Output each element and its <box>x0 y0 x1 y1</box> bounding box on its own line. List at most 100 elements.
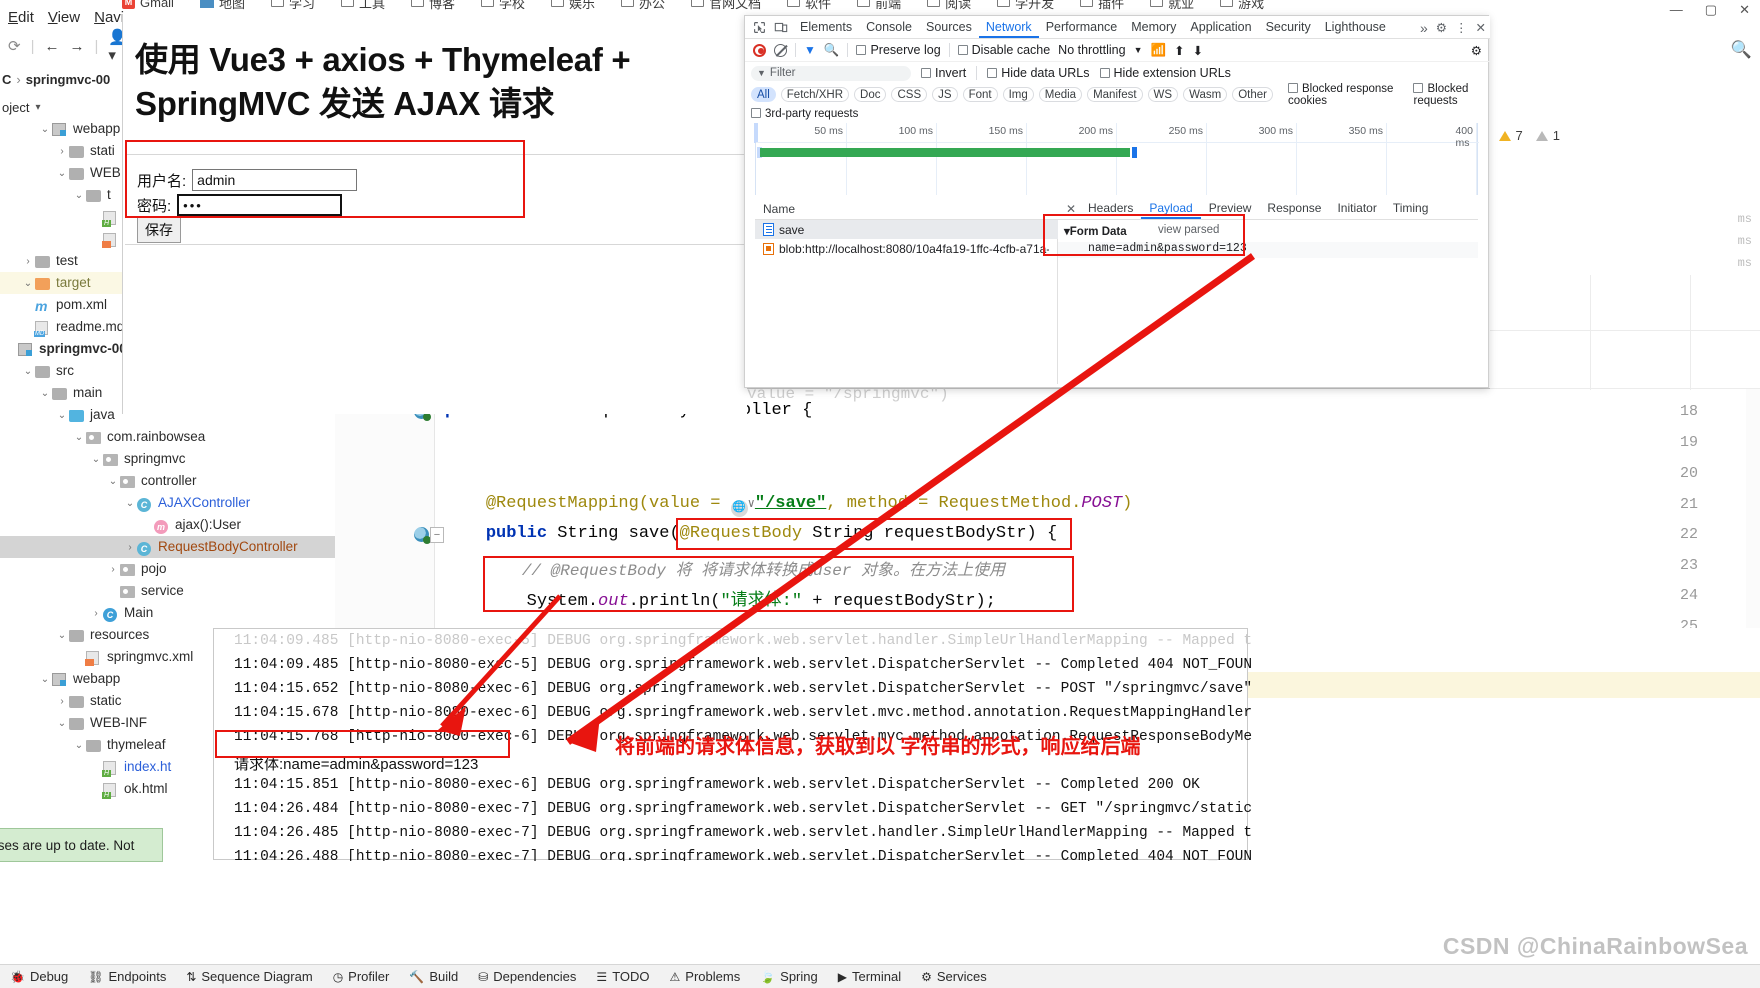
bookmark-item[interactable]: 学开发 <box>997 0 1054 12</box>
ide-menubar[interactable]: Edit View Navi <box>0 4 140 30</box>
request-detail-panel[interactable]: ✕ Headers Payload Preview Response Initiator… <box>1058 198 1478 384</box>
forward-arrow-icon[interactable]: → <box>69 38 84 55</box>
bookmark-item[interactable]: 工具 <box>340 0 385 12</box>
devtools-overflow-icon[interactable]: » <box>1420 20 1428 36</box>
chevron-right-icon[interactable]: › <box>123 542 137 553</box>
tree-node[interactable]: service <box>0 580 340 602</box>
resource-chip-font[interactable]: Font <box>962 87 998 102</box>
inspection-warnings[interactable]: 7 1 <box>1498 128 1560 143</box>
chevron-down-icon[interactable]: ⌄ <box>38 124 52 135</box>
request-list-header[interactable]: Name <box>755 198 1058 220</box>
tree-node[interactable]: m ajax():User <box>0 514 340 536</box>
maximize-icon[interactable]: ▢ <box>1705 2 1717 18</box>
toolwindow-todo[interactable]: ☰ TODO <box>596 969 649 984</box>
throttling-select[interactable]: No throttling <box>1058 43 1125 57</box>
username-input[interactable] <box>192 169 358 191</box>
bookmark-item[interactable]: 前端 <box>857 0 901 12</box>
breadcrumb[interactable]: C › springmvc-00 <box>0 68 125 90</box>
devtools-tab-application[interactable]: Application <box>1183 16 1258 38</box>
resource-chip-manifest[interactable]: Manifest <box>1087 87 1143 102</box>
chevron-down-icon[interactable]: ⌄ <box>38 388 52 399</box>
chevron-down-icon[interactable]: ⌄ <box>72 432 86 443</box>
chevron-down-icon[interactable]: ⌄ <box>72 740 86 751</box>
import-har-icon[interactable]: ⬆ <box>1174 43 1184 58</box>
tree-node[interactable]: › C Main <box>0 602 340 624</box>
ide-bottom-toolbar[interactable]: 🐞 Debug ⛓ Endpoints ⇅ Sequence Diagram ◷ Profil… <box>0 964 1760 988</box>
devtools-tab-elements[interactable]: Elements <box>793 16 859 38</box>
spring-mapping-gutter-icon[interactable] <box>414 527 431 544</box>
chevron-down-icon[interactable]: ⌄ <box>89 454 103 465</box>
devtools-tab-security[interactable]: Security <box>1259 16 1318 38</box>
project-tool-window-label[interactable]: oject ▾ <box>0 96 125 118</box>
request-row-blob[interactable]: blob:http://localhost:8080/10a4fa19-1ffc… <box>755 239 1058 258</box>
chevron-down-icon[interactable]: ⌄ <box>72 190 86 201</box>
tree-node[interactable]: › C RequestBodyController <box>0 536 340 558</box>
blocked-requests-checkbox[interactable]: Blocked requests <box>1413 82 1490 107</box>
chevron-down-icon[interactable]: ⌄ <box>21 278 35 289</box>
detail-tab-payload[interactable]: Payload <box>1141 198 1201 219</box>
view-parsed-link[interactable]: view parsed <box>1158 224 1219 236</box>
search-icon[interactable]: 🔍 <box>824 43 840 58</box>
devtools-tab-console[interactable]: Console <box>859 16 919 38</box>
preserve-log-checkbox[interactable]: Preserve log <box>856 43 941 57</box>
request-row-save[interactable]: save <box>755 220 1058 239</box>
back-arrow-icon[interactable]: ← <box>44 38 59 55</box>
code-editor[interactable]: 18 19 20 21 22 − 23 24 25 @RequestMappin… <box>335 385 1760 639</box>
devtools-tab-network[interactable]: Network <box>978 16 1039 38</box>
bookmark-item[interactable]: M Gmail <box>122 0 174 10</box>
hide-data-urls-checkbox[interactable]: Hide data URLs <box>987 66 1090 80</box>
password-input[interactable] <box>177 194 343 216</box>
web-globe-icon[interactable]: 🌐 <box>730 500 748 517</box>
resource-chip-other[interactable]: Other <box>1232 87 1273 102</box>
bookmark-item[interactable]: 插件 <box>1080 0 1124 12</box>
toolwindow-sequence-diagram[interactable]: ⇅ Sequence Diagram <box>186 969 312 984</box>
toolwindow-problems[interactable]: ⚠ Problems <box>670 969 741 984</box>
more-vertical-icon[interactable]: ⋮ <box>1455 20 1468 35</box>
blocked-response-cookies-checkbox[interactable]: Blocked response cookies <box>1288 82 1398 107</box>
editor-gutter[interactable] <box>335 389 435 639</box>
bookmark-item[interactable]: 官网文档 <box>691 0 761 12</box>
chevron-down-icon[interactable]: ▾ <box>35 102 40 113</box>
device-toolbar-icon[interactable] <box>771 18 791 36</box>
chevron-down-icon[interactable]: ⌄ <box>55 410 69 421</box>
chevron-down-icon[interactable]: ▼ <box>1134 45 1143 55</box>
toolwindow-build[interactable]: 🔨 Build <box>409 969 458 984</box>
resource-chip-img[interactable]: Img <box>1002 87 1034 102</box>
devtools-tabbar[interactable]: Elements Console Sources Network Performance… <box>745 16 1490 39</box>
chevron-down-icon[interactable]: ⌄ <box>38 674 52 685</box>
browser-bookmark-bar[interactable]: M Gmail 地图 学习 工具 博客 学校 娱乐 办公 官网文档 软件 前端 阅读 学开发 插件 就业 游戏 <box>122 0 1760 14</box>
resource-chip-ws[interactable]: WS <box>1147 87 1179 102</box>
filter-row[interactable]: ▼ Filter Invert Hide data URLs Hide exte… <box>745 62 1490 84</box>
breadcrumb-root[interactable]: C <box>2 72 11 87</box>
hide-extension-urls-checkbox[interactable]: Hide extension URLs <box>1099 66 1231 80</box>
close-window-icon[interactable]: ✕ <box>1739 2 1750 18</box>
detail-close-icon[interactable]: ✕ <box>1062 202 1080 216</box>
payload-panel[interactable]: ▾Form Data view parsed name=admin&passwo… <box>1058 220 1478 380</box>
devtools-window[interactable]: Elements Console Sources Network Performance… <box>744 15 1490 388</box>
save-button[interactable]: 保存 <box>137 217 181 243</box>
ide-toolbar[interactable]: ⟳ | ← → | 👤▾ <box>0 29 127 64</box>
bookmark-item[interactable]: 娱乐 <box>551 0 595 12</box>
toolwindow-profiler[interactable]: ◷ Profiler <box>333 969 390 984</box>
window-controls[interactable]: — ▢ ✕ <box>1670 2 1750 18</box>
network-toolbar[interactable]: ▼ 🔍 Preserve log Disable cache No thrott… <box>745 39 1490 62</box>
breadcrumb-project[interactable]: springmvc-00 <box>26 72 111 87</box>
detail-tab-initiator[interactable]: Initiator <box>1329 198 1384 219</box>
form-data-section-title[interactable]: ▾Form Data <box>1064 224 1127 238</box>
editor-code[interactable]: @RequestMapping(value = "/springmvc") pu… <box>445 385 1755 639</box>
bookmark-item[interactable]: 学习 <box>270 0 315 12</box>
browser-search-icon[interactable]: 🔍 <box>1731 40 1752 60</box>
detail-tab-preview[interactable]: Preview <box>1201 198 1260 219</box>
code-fold-toggle[interactable]: − <box>430 527 444 543</box>
resource-type-chips[interactable]: All Fetch/XHR Doc CSS JS Font Img Media Manifest… <box>745 82 1490 107</box>
invert-checkbox[interactable]: Invert <box>921 66 966 80</box>
funnel-icon[interactable]: ▼ <box>804 43 816 57</box>
toolwindow-dependencies[interactable]: ⛁ Dependencies <box>478 969 576 984</box>
disable-cache-checkbox[interactable]: Disable cache <box>957 43 1050 57</box>
menu-navigate[interactable]: Navi <box>94 9 124 26</box>
resource-chip-media[interactable]: Media <box>1038 87 1083 102</box>
resource-chip-wasm[interactable]: Wasm <box>1183 87 1228 102</box>
resource-chip-all[interactable]: All <box>751 87 776 102</box>
chevron-down-icon[interactable]: ⌄ <box>123 498 137 509</box>
resource-chip-css[interactable]: CSS <box>891 87 928 102</box>
